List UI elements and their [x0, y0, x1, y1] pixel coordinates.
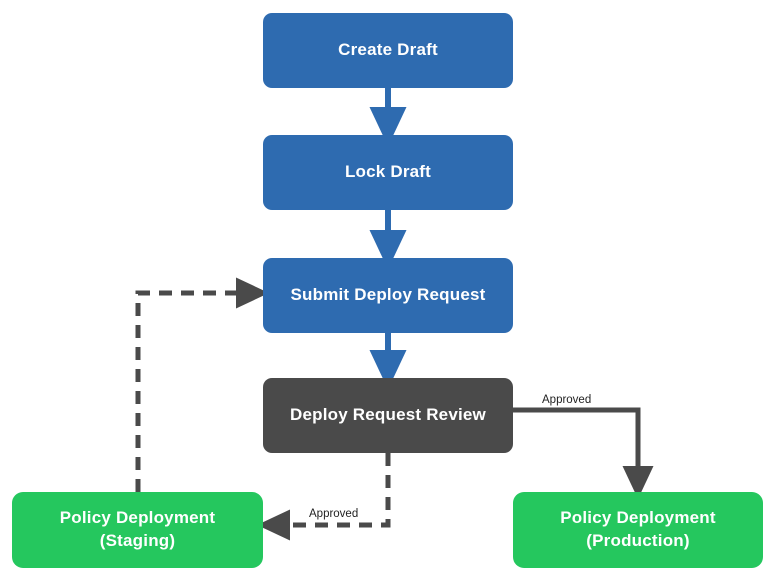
node-deploy-request-review-label: Deploy Request Review [290, 405, 486, 425]
node-deploy-request-review[interactable]: Deploy Request Review [263, 378, 513, 453]
node-submit-deploy-request-label: Submit Deploy Request [290, 285, 486, 305]
node-policy-deployment-staging[interactable]: Policy Deployment (Staging) [12, 492, 263, 568]
edge-review-to-production [513, 407, 654, 499]
node-policy-deployment-staging-label: Policy Deployment (Staging) [59, 508, 216, 550]
edge-staging-to-submit-deploy [135, 277, 269, 492]
node-create-draft-label: Create Draft [338, 40, 438, 60]
edge-label-approved-production: Approved [539, 394, 595, 406]
node-create-draft[interactable]: Create Draft [263, 13, 513, 88]
node-lock-draft[interactable]: Lock Draft [263, 135, 513, 210]
node-lock-draft-label: Lock Draft [344, 162, 432, 182]
node-submit-deploy-request[interactable]: Submit Deploy Request [263, 258, 513, 333]
node-policy-deployment-production-label: Policy Deployment (Production) [560, 508, 716, 550]
diagram-canvas: Create Draft Lock Draft Submit Deploy Re… [0, 0, 776, 582]
edge-label-approved-staging: Approved [306, 508, 362, 520]
node-policy-deployment-production[interactable]: Policy Deployment (Production) [513, 492, 763, 568]
